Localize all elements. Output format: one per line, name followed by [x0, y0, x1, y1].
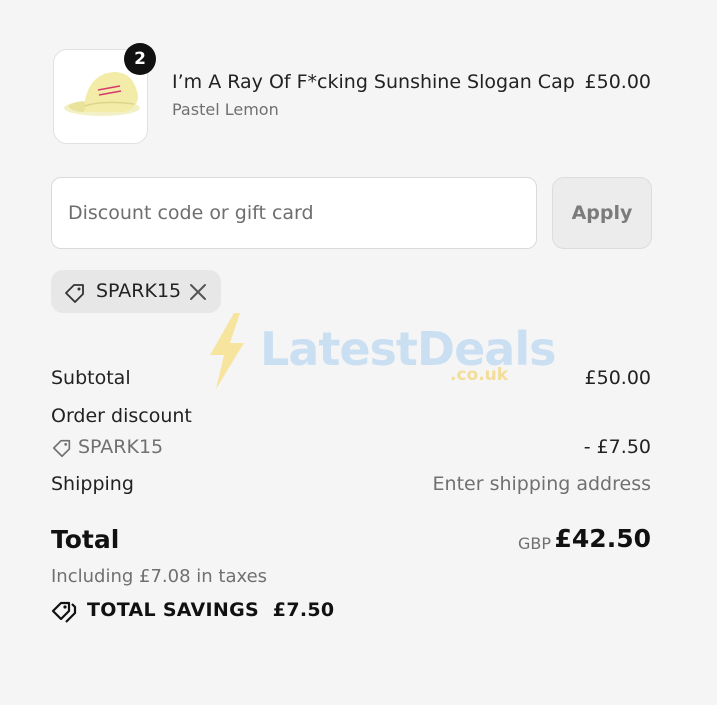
subtotal-label: Subtotal	[51, 367, 131, 389]
product-price: £50.00	[584, 71, 651, 93]
order-discount-value: - £7.50	[583, 436, 651, 458]
order-discount-label: Order discount	[51, 405, 192, 427]
product-variant: Pastel Lemon	[172, 100, 279, 119]
subtotal-value: £50.00	[584, 367, 651, 389]
discount-code-input[interactable]	[51, 177, 537, 249]
order-discount-code: SPARK15	[78, 436, 164, 458]
applied-code-label: SPARK15	[96, 280, 182, 302]
total-savings: TOTAL SAVINGS £7.50	[87, 599, 335, 621]
currency-code: GBP	[517, 534, 551, 553]
shipping-value: Enter shipping address	[432, 473, 651, 495]
apply-button[interactable]: Apply	[552, 177, 652, 249]
close-icon[interactable]	[188, 282, 208, 306]
watermark-brand: LatestDeals	[260, 322, 556, 376]
total-label: Total	[51, 525, 120, 554]
tax-note: Including £7.08 in taxes	[51, 566, 268, 587]
tag-icon	[63, 281, 87, 309]
watermark-domain: .co.uk	[450, 365, 509, 385]
savings-tags-icon	[51, 599, 79, 627]
product-title: I’m A Ray Of F*cking Sunshine Slogan Cap	[172, 71, 575, 93]
total-value: £42.50	[554, 524, 651, 553]
shipping-label: Shipping	[51, 473, 134, 495]
tag-icon	[51, 437, 73, 463]
bolt-icon	[206, 313, 248, 393]
quantity-badge: 2	[124, 43, 156, 75]
